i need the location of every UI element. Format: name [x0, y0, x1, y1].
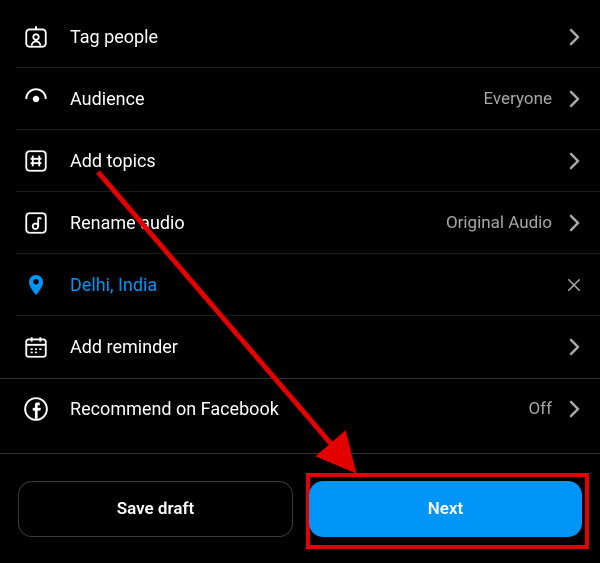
clear-location-button[interactable]	[556, 265, 592, 305]
row-location[interactable]: Delhi, India	[0, 254, 600, 316]
calendar-icon	[16, 327, 56, 367]
save-draft-button[interactable]: Save draft	[18, 481, 293, 537]
chevron-right-icon	[556, 203, 592, 243]
rename-audio-value: Original Audio	[446, 213, 556, 233]
row-recommend-facebook[interactable]: Recommend on Facebook Off	[0, 378, 600, 440]
add-topics-label: Add topics	[56, 151, 556, 172]
facebook-icon	[16, 389, 56, 429]
footer-bar: Save draft Next	[0, 453, 600, 563]
settings-list: Tag people Audience Everyone Add topics	[0, 6, 600, 440]
row-audience[interactable]: Audience Everyone	[0, 68, 600, 130]
rename-audio-label: Rename audio	[56, 213, 446, 234]
hashtag-icon	[16, 141, 56, 181]
location-label: Delhi, India	[56, 275, 556, 296]
chevron-right-icon	[556, 389, 592, 429]
tag-people-icon	[16, 17, 56, 57]
row-tag-people[interactable]: Tag people	[0, 6, 600, 68]
audio-icon	[16, 203, 56, 243]
location-pin-icon	[16, 265, 56, 305]
audience-icon	[16, 79, 56, 119]
tag-people-label: Tag people	[56, 27, 556, 48]
chevron-right-icon	[556, 327, 592, 367]
row-rename-audio[interactable]: Rename audio Original Audio	[0, 192, 600, 254]
next-label: Next	[428, 499, 464, 519]
chevron-right-icon	[556, 141, 592, 181]
recommend-facebook-label: Recommend on Facebook	[56, 399, 528, 420]
chevron-right-icon	[556, 17, 592, 57]
row-add-reminder[interactable]: Add reminder	[0, 316, 600, 378]
audience-value: Everyone	[483, 89, 556, 109]
add-reminder-label: Add reminder	[56, 337, 556, 358]
chevron-right-icon	[556, 79, 592, 119]
row-add-topics[interactable]: Add topics	[0, 130, 600, 192]
save-draft-label: Save draft	[117, 499, 194, 519]
recommend-facebook-value: Off	[528, 399, 556, 419]
audience-label: Audience	[56, 89, 483, 110]
next-button[interactable]: Next	[309, 481, 582, 537]
